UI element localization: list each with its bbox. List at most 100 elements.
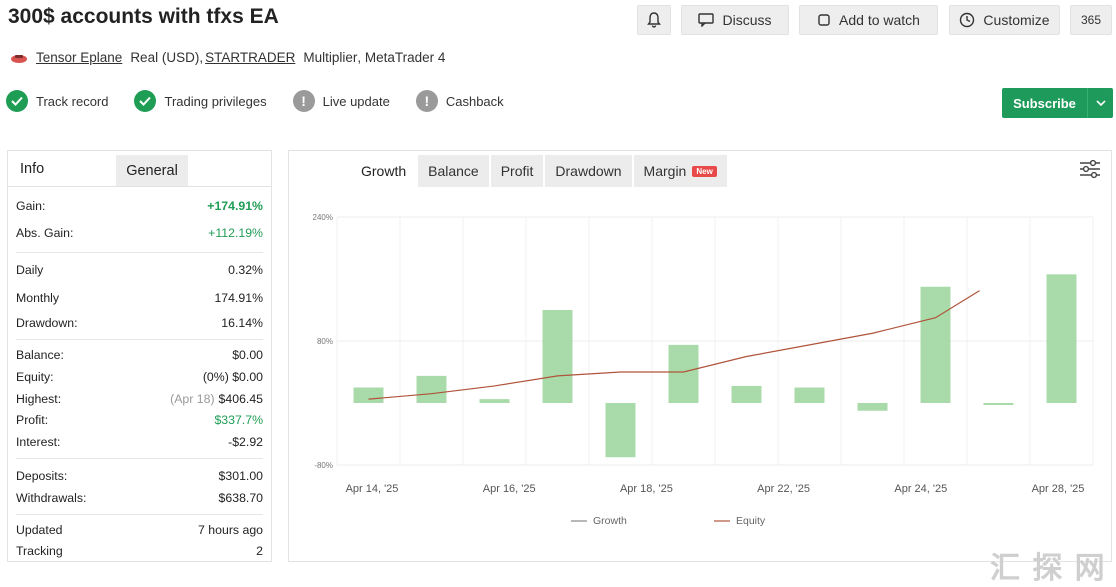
page-title: 300$ accounts with tfxs EA (8, 5, 279, 28)
y-tick-label: -80% (314, 461, 333, 470)
x-tick-label: Apr 14, '25 (346, 483, 399, 495)
more-label: 365 (1080, 13, 1102, 27)
updated-label: Updated (16, 523, 63, 537)
check-icon (6, 90, 28, 112)
badge-label: Trading privileges (164, 93, 267, 109)
check-icon (134, 90, 157, 112)
drawdown-value: 16.14% (221, 316, 263, 330)
verification-badges: Track record Trading privileges ! Live u… (6, 90, 530, 112)
exclamation-icon: ! (415, 90, 438, 112)
badge-label: Live update (322, 93, 390, 109)
gain-value: +174.91% (207, 199, 263, 213)
profit-label: Profit: (16, 413, 49, 427)
growth-bar (353, 387, 384, 403)
growth-bar (794, 387, 825, 403)
x-tick-label: Apr 22, '25 (757, 483, 810, 495)
watch-icon (818, 14, 830, 26)
badge-label: Cashback (445, 93, 504, 109)
watch-label: Add to watch (839, 12, 920, 28)
profit-value: $337.7% (214, 413, 263, 427)
subscribe-button[interactable]: Subscribe (1002, 88, 1113, 118)
growth-bar (920, 286, 951, 403)
equity-value: $0.00 (232, 370, 263, 384)
chart-panel: Growth Balance Profit Drawdown Margin Ne… (288, 150, 1112, 562)
drawdown-label: Drawdown: (16, 316, 78, 330)
tracking-value: 2 (256, 544, 263, 558)
daily-label: Daily (16, 263, 44, 277)
gain-label: Gain: (16, 199, 46, 213)
equity-row: Equity: (0%) $0.00 (16, 367, 263, 387)
subscribe-label: Subscribe (1013, 95, 1076, 111)
badge-label: Track record (36, 93, 109, 109)
bell-icon (647, 12, 661, 28)
interest-value: -$2.92 (228, 435, 263, 449)
growth-bar (416, 375, 447, 403)
account-type: Real (USD), (130, 50, 204, 65)
growth-bar (479, 399, 510, 403)
monthly-label: Monthly (16, 291, 60, 305)
x-tick-label: Apr 16, '25 (483, 483, 536, 495)
growth-chart: 240% 80% -80% Apr 14, '25 Apr 16, '25 Apr 18,… (313, 213, 1094, 527)
broker-link[interactable]: STARTRADER (205, 50, 295, 65)
account-subline: Tensor Eplane Real (USD), STARTRADER Mul… (10, 50, 445, 65)
badge-trading-privileges[interactable]: Trading privileges (134, 90, 267, 112)
highest-value: $406.45 (218, 392, 263, 406)
abs-gain-row: Abs. Gain: +112.19% (16, 223, 263, 243)
watch-button[interactable]: Add to watch (799, 5, 938, 35)
growth-bar (1046, 274, 1077, 403)
interest-row: Interest: -$2.92 (16, 432, 263, 452)
deposits-row: Deposits: $301.00 (16, 466, 263, 486)
growth-bar (668, 344, 699, 403)
more-button[interactable]: 365 (1070, 5, 1112, 35)
growth-bar (983, 403, 1014, 405)
withdrawals-label: Withdrawals: (16, 491, 87, 505)
legend-label: Growth (593, 515, 627, 527)
info-panel: Info General Gain: +174.91% Abs. Gain: +… (7, 150, 272, 562)
profit-row: Profit: $337.7% (16, 410, 263, 430)
y-tick-label: 240% (313, 213, 333, 222)
daily-value: 0.32% (228, 263, 263, 277)
avatar-icon (11, 54, 27, 63)
owner-link[interactable]: Tensor Eplane (36, 50, 122, 65)
monthly-value: 174.91% (214, 291, 263, 305)
customize-label: Customize (983, 12, 1050, 28)
x-tick-label: Apr 28, '25 (1032, 483, 1085, 495)
equity-label: Equity: (16, 370, 54, 384)
badge-live-update[interactable]: ! Live update (292, 90, 390, 112)
growth-bar (857, 403, 888, 411)
balance-row: Balance: $0.00 (16, 345, 263, 365)
x-tick-label: Apr 18, '25 (620, 483, 673, 495)
tab-info[interactable]: Info (8, 151, 116, 186)
highest-date: (Apr 18) (170, 392, 215, 406)
balance-value: $0.00 (232, 348, 263, 362)
leverage-text: Multiplier (303, 50, 358, 65)
monthly-row: Monthly 174.91% (16, 288, 263, 308)
updated-row: Updated 7 hours ago (16, 520, 263, 540)
tracking-row: Tracking 2 (16, 541, 263, 561)
badge-track-record[interactable]: Track record (6, 90, 108, 112)
daily-row: Daily 0.32% (16, 260, 263, 280)
drawdown-row: Drawdown: 16.14% (16, 313, 263, 333)
growth-bar (605, 403, 636, 458)
exclamation-icon: ! (292, 90, 315, 112)
notifications-button[interactable] (637, 5, 671, 35)
platform-text: , MetaTrader 4 (357, 50, 446, 65)
customize-button[interactable]: Customize (949, 5, 1060, 35)
balance-label: Balance: (16, 348, 64, 362)
abs-gain-value: +112.19% (208, 226, 263, 240)
tab-general[interactable]: General (116, 155, 188, 186)
badge-cashback[interactable]: ! Cashback (415, 90, 504, 112)
legend-label: Equity (736, 515, 766, 527)
highest-row: Highest: (Apr 18) $406.45 (16, 389, 263, 409)
x-tick-label: Apr 24, '25 (894, 483, 947, 495)
highest-label: Highest: (16, 392, 62, 406)
growth-bar (542, 310, 573, 403)
abs-gain-label: Abs. Gain: (16, 226, 74, 240)
withdrawals-value: $638.70 (218, 491, 263, 505)
withdrawals-row: Withdrawals: $638.70 (16, 488, 263, 508)
discuss-button[interactable]: Discuss (681, 5, 789, 35)
deposits-label: Deposits: (16, 469, 68, 483)
chevron-down-icon[interactable] (1087, 88, 1113, 118)
tracking-label: Tracking (16, 544, 63, 558)
growth-bar (731, 385, 762, 403)
